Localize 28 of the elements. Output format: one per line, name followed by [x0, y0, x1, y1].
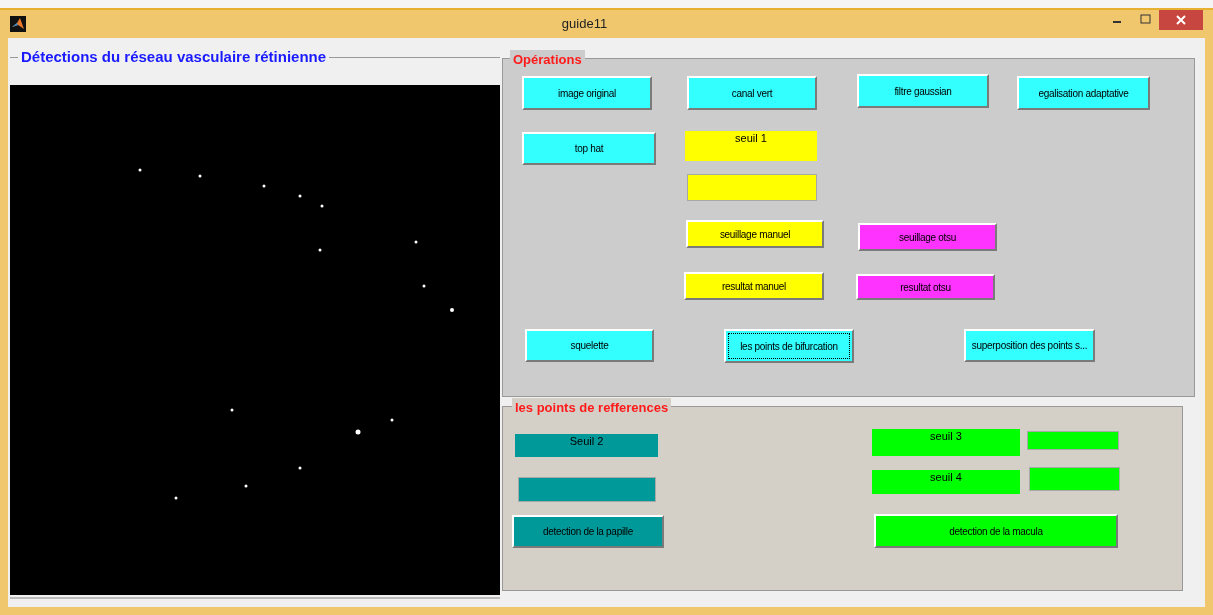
app-logo-icon	[10, 16, 26, 32]
action-button[interactable]: squelette	[525, 329, 654, 362]
action-button[interactable]: seuillage manuel	[686, 220, 824, 248]
action-button[interactable]: superposition des points s...	[964, 329, 1095, 362]
action-button[interactable]: detection de la macula	[874, 514, 1118, 548]
action-button[interactable]: canal vert	[687, 76, 817, 110]
input-field[interactable]	[1029, 467, 1120, 491]
action-button[interactable]: filtre gaussian	[857, 74, 989, 108]
panel-title: Détections du réseau vasculaire rétinienne	[20, 46, 328, 67]
input-field[interactable]	[518, 477, 656, 502]
panel-title: les points de refferences	[512, 398, 672, 414]
action-button[interactable]: seuillage otsu	[858, 223, 997, 251]
input-field[interactable]	[1027, 431, 1119, 450]
threshold-label: seuil 3	[872, 429, 1020, 456]
action-button[interactable]: detection de la papille	[512, 515, 664, 548]
action-button[interactable]: egalisation adaptative	[1017, 76, 1150, 110]
threshold-label: seuil 4	[872, 470, 1020, 494]
action-button[interactable]: top hat	[522, 132, 656, 165]
window-title: guide11	[560, 15, 608, 34]
action-button[interactable]: resultat manuel	[684, 272, 824, 300]
action-button[interactable]: image original	[522, 76, 652, 110]
action-button[interactable]: les points de bifurcation	[724, 329, 854, 363]
threshold-label: seuil 1	[685, 131, 817, 161]
panel-title: Opérations	[510, 50, 585, 66]
close-icon[interactable]	[1159, 10, 1203, 30]
input-field[interactable]	[687, 174, 817, 201]
action-button[interactable]: resultat otsu	[856, 274, 995, 300]
threshold-label: Seuil 2	[515, 434, 658, 457]
